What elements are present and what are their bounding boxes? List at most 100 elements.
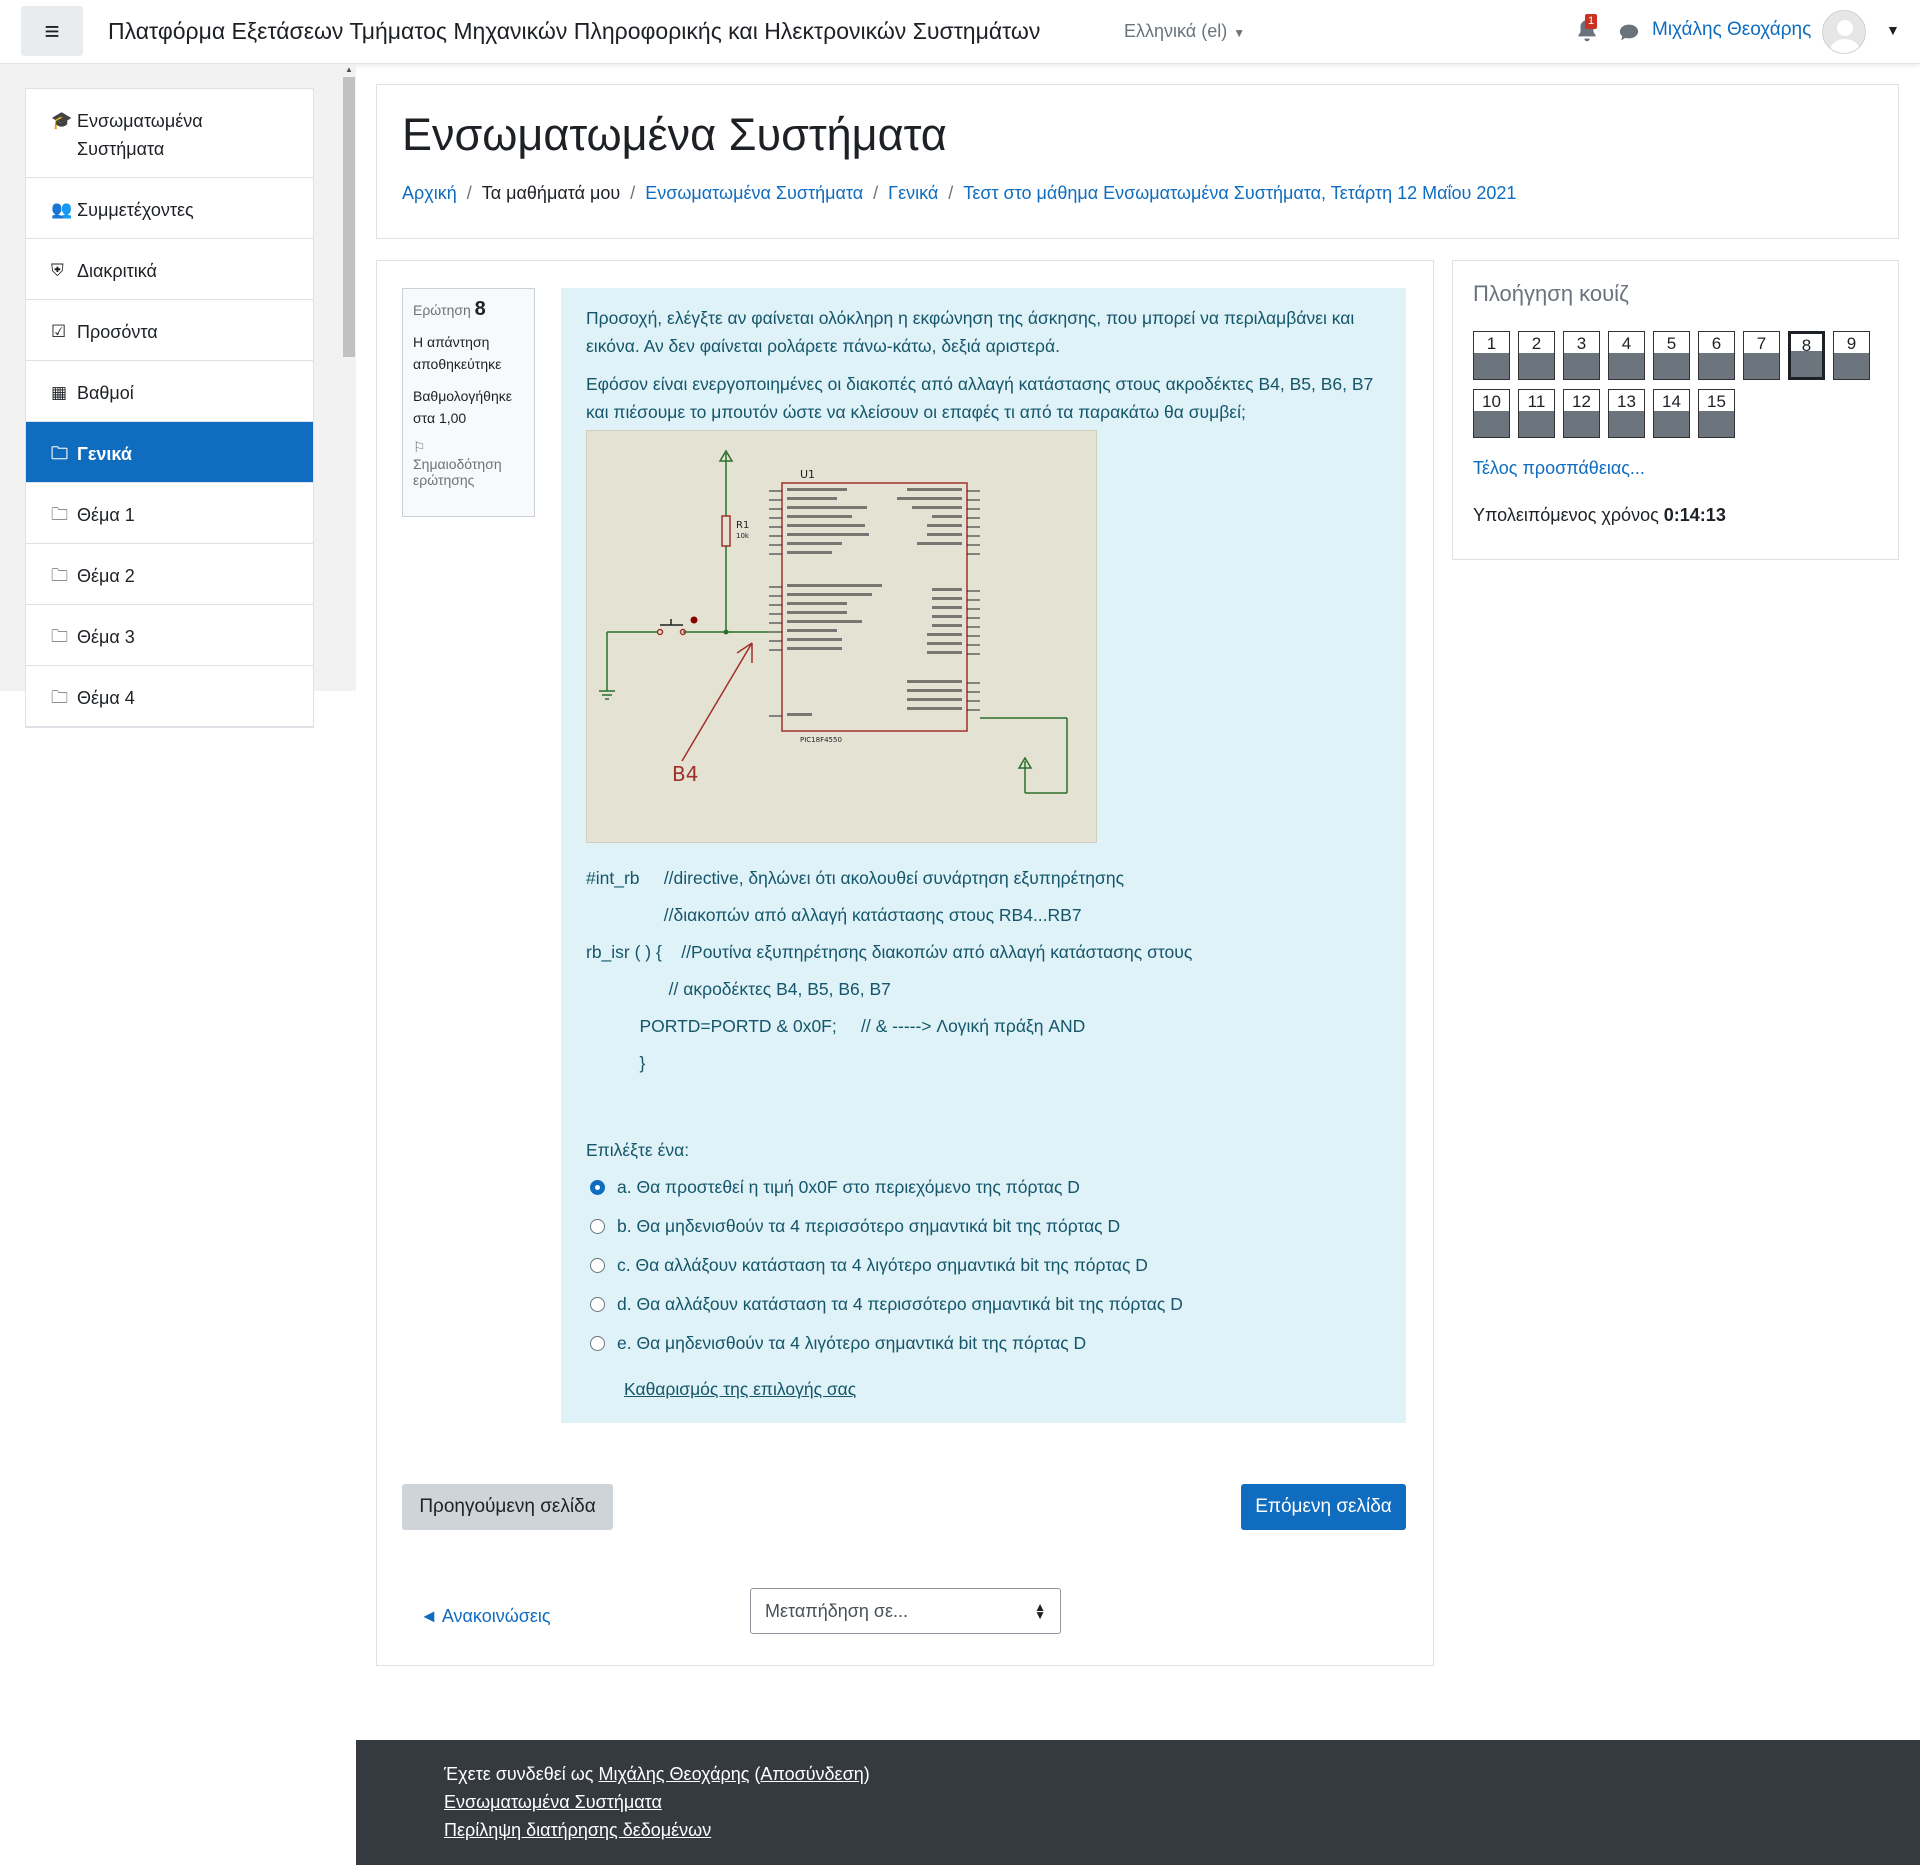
answer-radio[interactable] (590, 1297, 605, 1312)
sidebar-item-label: Διακριτικά (77, 261, 157, 281)
question-button-number: 5 (1666, 334, 1677, 353)
question-button-number: 4 (1621, 334, 1632, 353)
sidebar-item-label: Γενικά (77, 444, 132, 464)
quiz-nav-question-button[interactable]: 3 (1563, 331, 1600, 380)
chip-part: PIC18F4550 (800, 736, 842, 744)
answer-option[interactable]: c. Θα αλλάξουν κατάσταση τα 4 λιγότερο σ… (590, 1246, 1183, 1285)
answer-radio[interactable] (590, 1180, 605, 1195)
site-name[interactable]: Πλατφόρμα Εξετάσεων Τμήματος Μηχανικών Π… (108, 18, 1040, 45)
finish-attempt-link[interactable]: Τέλος προσπάθειας... (1473, 458, 1645, 479)
answered-indicator (1609, 353, 1644, 379)
breadcrumb-item[interactable]: Αρχική (402, 183, 457, 203)
sidebar-item[interactable]: 👥 Συμμετέχοντες (26, 178, 313, 239)
quiz-nav-question-button[interactable]: 8 (1788, 331, 1825, 380)
breadcrumb-separator: / (873, 183, 879, 203)
question-button-number: 2 (1531, 334, 1542, 353)
quiz-nav-question-button[interactable]: 7 (1743, 331, 1780, 380)
answer-option[interactable]: d. Θα αλλάξουν κατάσταση τα 4 περισσότερ… (590, 1285, 1183, 1324)
scroll-up-icon[interactable]: ▲ (345, 65, 353, 74)
select-updown-icon: ▲ ▼ (1034, 1600, 1046, 1622)
question-button-number: 15 (1707, 392, 1726, 411)
previous-activity-link[interactable]: ◄ Ανακοινώσεις (420, 1606, 551, 1627)
answer-options: a. Θα προστεθεί η τιμή 0x0F στο περιεχόμ… (590, 1168, 1183, 1363)
sidebar-item[interactable]: ☑ Προσόντα (26, 300, 313, 361)
answer-radio[interactable] (590, 1336, 605, 1351)
quiz-nav-question-button[interactable]: 15 (1698, 389, 1735, 438)
sidebar-item[interactable]: 🗀 Γενικά (26, 422, 313, 483)
quiz-nav-question-button[interactable]: 9 (1833, 331, 1870, 380)
quiz-nav-question-button[interactable]: 6 (1698, 331, 1735, 380)
breadcrumb-item[interactable]: Τεστ στο μάθημα Ενσωματωμένα Συστήματα, … (963, 183, 1516, 203)
folder-icon: 🗀 (51, 505, 68, 524)
drawer-scrollbar[interactable]: ▲ (343, 65, 355, 691)
jump-to-select[interactable]: Μεταπήδηση σε... ▲ ▼ (750, 1588, 1061, 1634)
resistor-label: R1 (736, 520, 749, 531)
sidebar-item[interactable]: 🗀 Θέμα 2 (26, 544, 313, 605)
sidebar-item-label: Θέμα 3 (77, 627, 135, 647)
sidebar-item[interactable]: ▦ Βαθμοί (26, 361, 313, 422)
chat-icon[interactable] (1618, 21, 1640, 43)
next-page-button[interactable]: Επόμενη σελίδα (1241, 1484, 1406, 1530)
answered-indicator (1609, 411, 1644, 437)
answered-indicator (1519, 411, 1554, 437)
question-button-number: 7 (1756, 334, 1767, 353)
answer-option[interactable]: e. Θα μηδενισθούν τα 4 λιγότερο σημαντικ… (590, 1324, 1183, 1363)
user-silhouette-icon (1830, 20, 1860, 53)
drawer-list: 🎓 Ενσωματωμένα Συστήματα 👥 Συμμετέχοντες ⛨ Δι… (25, 88, 314, 728)
clear-choice-link[interactable]: Καθαρισμός της επιλογής σας (624, 1379, 856, 1400)
quiz-nav-question-button[interactable]: 13 (1608, 389, 1645, 438)
login-info: Έχετε συνδεθεί ως Μιχάλης Θεοχάρης (Αποσ… (444, 1764, 870, 1784)
question-state: Η απάντηση αποθηκεύτηκε (413, 334, 502, 372)
breadcrumb-separator: / (466, 183, 472, 203)
quiz-nav-question-button[interactable]: 14 (1653, 389, 1690, 438)
quiz-nav-question-button[interactable]: 4 (1608, 331, 1645, 380)
quiz-nav-question-button[interactable]: 10 (1473, 389, 1510, 438)
jump-to-placeholder: Μεταπήδηση σε... (765, 1600, 908, 1621)
quiz-nav-question-button[interactable]: 5 (1653, 331, 1690, 380)
answer-radio[interactable] (590, 1258, 605, 1273)
quiz-nav-question-button[interactable]: 2 (1518, 331, 1555, 380)
language-menu[interactable]: Ελληνικά (el) ▼ (1124, 21, 1245, 42)
breadcrumb-item[interactable]: Γενικά (888, 183, 938, 203)
user-menu-name[interactable]: Μιχάλης Θεοχάρης (1652, 19, 1811, 41)
quiz-nav-question-button[interactable]: 11 (1518, 389, 1555, 438)
quiz-nav-question-button[interactable]: 12 (1563, 389, 1600, 438)
answer-radio[interactable] (590, 1219, 605, 1234)
avatar[interactable] (1822, 10, 1866, 54)
login-info-prefix: Έχετε συνδεθεί ως (444, 1764, 594, 1784)
graduation-cap-icon: 🎓 (51, 111, 73, 130)
hamburger-icon[interactable]: ≡ (21, 6, 83, 56)
answer-prompt: Επιλέξτε ένα: (586, 1140, 690, 1160)
question-number: 8 (474, 298, 486, 320)
answer-label: d. Θα αλλάξουν κατάσταση τα 4 περισσότερ… (617, 1294, 1183, 1314)
flag-question-toggle[interactable]: ⚐ Σημαιοδότηση ερώτησης (413, 439, 524, 488)
sidebar-item-label: Προσόντα (77, 322, 158, 342)
scrollbar-thumb[interactable] (343, 77, 355, 357)
language-label: Ελληνικά (el) (1124, 21, 1228, 41)
previous-page-button[interactable]: Προηγούμενη σελίδα (402, 1484, 613, 1530)
footer-user-link[interactable]: Μιχάλης Θεοχάρης (599, 1764, 750, 1784)
question-button-number: 14 (1662, 392, 1681, 411)
answer-label: a. Θα προστεθεί η τιμή 0x0F στο περιεχόμ… (617, 1177, 1080, 1197)
answer-option[interactable]: b. Θα μηδενισθούν τα 4 περισσότερο σημαν… (590, 1207, 1183, 1246)
sidebar-item[interactable]: 🗀 Θέμα 1 (26, 483, 313, 544)
user-menu-caret-icon[interactable]: ▼ (1886, 22, 1900, 38)
footer-course-link[interactable]: Ενσωματωμένα Συστήματα (444, 1792, 662, 1812)
sidebar-item[interactable]: 🗀 Θέμα 3 (26, 605, 313, 666)
sidebar-item[interactable]: ⛨ Διακριτικά (26, 239, 313, 300)
quiz-nav-question-button[interactable]: 1 (1473, 331, 1510, 380)
answered-indicator (1474, 353, 1509, 379)
answered-indicator (1699, 353, 1734, 379)
answer-option[interactable]: a. Θα προστεθεί η τιμή 0x0F στο περιεχόμ… (590, 1168, 1183, 1207)
folder-icon: 🗀 (51, 444, 68, 463)
breadcrumb-separator: / (948, 183, 954, 203)
question-grade: Βαθμολογήθηκε στα 1,00 (413, 388, 512, 426)
data-retention-summary-link[interactable]: Περίληψη διατήρησης δεδομένων (444, 1820, 711, 1840)
logout-link[interactable]: Αποσύνδεση (760, 1764, 863, 1784)
breadcrumb-item[interactable]: Ενσωματωμένα Συστήματα (645, 183, 863, 203)
sidebar-item[interactable]: 🎓 Ενσωματωμένα Συστήματα (26, 89, 313, 178)
sidebar-item[interactable]: 🗀 Θέμα 4 (26, 666, 313, 727)
page-footer: Έχετε συνδεθεί ως Μιχάλης Θεοχάρης (Αποσ… (356, 1740, 1920, 1865)
question-button-number: 3 (1576, 334, 1587, 353)
code-snippet: #int_rb //directive, δηλώνει ότι ακολουθ… (586, 868, 1193, 1073)
